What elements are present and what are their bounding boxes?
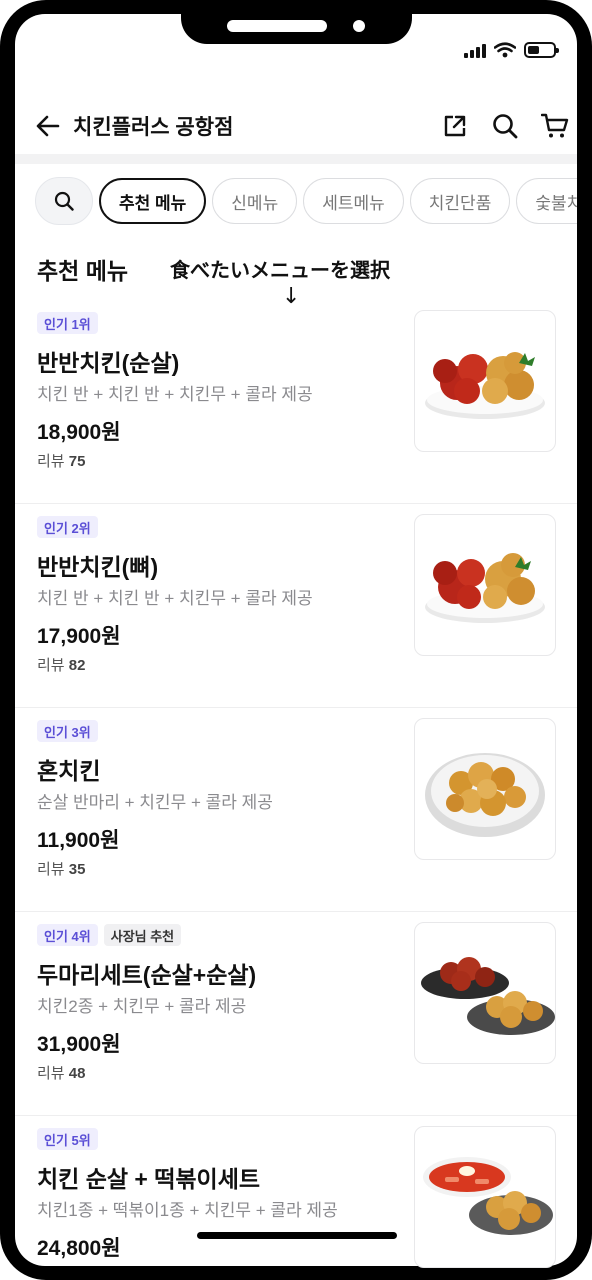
chip-set-menu[interactable]: 세트메뉴 (303, 178, 404, 224)
phone-frame: 치킨플러스 공항점 추천 메뉴 신메뉴 세트메뉴 치킨단품 숯불치 추천 메뉴 … (0, 0, 592, 1280)
menu-item[interactable]: 인기 4위 사장님 추천 두마리세트(순살+순살) 치킨2종 + 치킨무 + 콜… (15, 912, 577, 1116)
menu-item[interactable]: 인기 3위 혼치킨 순살 반마리 + 치킨무 + 콜라 제공 11,900원 리… (15, 708, 577, 912)
share-button[interactable] (437, 108, 473, 144)
menu-description: 치킨1종 + 떡볶이1종 + 치킨무 + 콜라 제공 (37, 1201, 338, 1220)
menu-name: 치킨 순살 + 떡볶이세트 (37, 1166, 261, 1192)
search-icon (54, 191, 74, 211)
home-indicator (197, 1232, 397, 1239)
menu-name: 반반치킨(뼈) (37, 554, 159, 580)
signal-icon (464, 42, 486, 58)
chicken-bowl-image (425, 753, 545, 837)
menu-name: 혼치킨 (37, 758, 101, 784)
chicken-plate-image (425, 352, 545, 419)
menu-list: 인기 1위 반반치킨(순살) 치킨 반 + 치킨 반 + 치킨무 + 콜라 제공… (15, 300, 577, 1280)
two-plates-image (421, 957, 555, 1035)
menu-item[interactable]: 인기 1위 반반치킨(순살) 치킨 반 + 치킨 반 + 치킨무 + 콜라 제공… (15, 300, 577, 504)
annotation-text: 食べたいメニューを選択 (170, 258, 390, 282)
review-label: 리뷰 (37, 453, 65, 470)
menu-name: 반반치킨(순살) (37, 350, 180, 376)
cart-icon (541, 113, 569, 138)
menu-price: 18,900원 (37, 421, 121, 444)
badge-group: 인기 4위 사장님 추천 (37, 924, 182, 946)
app-bar: 치킨플러스 공항점 (15, 96, 577, 156)
section-divider (15, 154, 577, 164)
menu-name: 두마리세트(순살+순살) (37, 962, 257, 988)
chip-recommended[interactable]: 추천 메뉴 (99, 178, 207, 224)
rank-badge: 인기 4위 (37, 924, 98, 946)
menu-description: 치킨 반 + 치킨 반 + 치킨무 + 콜라 제공 (37, 589, 313, 608)
badge-group: 인기 1위 (37, 312, 98, 334)
tteokbokki-chicken-image (423, 1157, 553, 1235)
menu-thumbnail[interactable] (414, 1126, 556, 1268)
notch (181, 0, 412, 44)
menu-price: 31,900원 (37, 1033, 121, 1056)
review-count: 리뷰 48 (37, 1062, 85, 1083)
chip-chicken-single[interactable]: 치킨단품 (409, 178, 511, 224)
menu-description: 치킨 반 + 치킨 반 + 치킨무 + 콜라 제공 (37, 385, 313, 404)
menu-description: 순살 반마리 + 치킨무 + 콜라 제공 (37, 793, 273, 812)
category-chips: 추천 메뉴 신메뉴 세트메뉴 치킨단품 숯불치킨 (15, 176, 577, 226)
status-bar (464, 42, 559, 58)
menu-price: 24,800원 (37, 1237, 121, 1260)
review-number: 48 (68, 1065, 86, 1082)
menu-thumbnail[interactable] (414, 514, 556, 656)
rank-badge: 인기 2위 (37, 516, 98, 538)
review-number: 82 (68, 657, 86, 674)
menu-thumbnail[interactable] (414, 922, 556, 1064)
search-icon (493, 114, 518, 139)
menu-price: 11,900원 (37, 829, 120, 852)
menu-item[interactable]: 인기 5위 치킨 순살 + 떡볶이세트 치킨1종 + 떡볶이1종 + 치킨무 +… (15, 1116, 577, 1280)
cart-button[interactable] (537, 108, 573, 144)
rank-badge: 인기 1위 (37, 312, 98, 334)
badge-group: 인기 3위 (37, 720, 98, 742)
share-icon (444, 115, 466, 137)
review-count: 리뷰 35 (37, 858, 85, 879)
rank-badge: 인기 3위 (37, 720, 98, 742)
back-arrow-icon (36, 115, 60, 137)
chip-charcoal-chicken[interactable]: 숯불치킨 (516, 178, 577, 224)
badge-group: 인기 5위 (37, 1128, 98, 1150)
chicken-plate-image (425, 553, 545, 623)
menu-description: 치킨2종 + 치킨무 + 콜라 제공 (37, 997, 247, 1016)
review-count: 리뷰 82 (37, 654, 85, 675)
battery-icon (524, 42, 559, 58)
chip-new-menu[interactable]: 신메뉴 (212, 178, 298, 224)
menu-thumbnail[interactable] (414, 310, 556, 452)
rank-badge: 인기 5위 (37, 1128, 98, 1150)
review-number: 75 (68, 453, 86, 470)
category-search-button[interactable] (35, 177, 93, 225)
owner-pick-badge: 사장님 추천 (103, 924, 182, 946)
menu-thumbnail[interactable] (414, 718, 556, 860)
review-label: 리뷰 (37, 861, 65, 878)
search-button[interactable] (487, 108, 523, 144)
menu-price: 17,900원 (37, 625, 121, 648)
menu-item[interactable]: 인기 2위 반반치킨(뼈) 치킨 반 + 치킨 반 + 치킨무 + 콜라 제공 … (15, 504, 577, 708)
back-button[interactable] (31, 109, 65, 143)
review-number: 35 (68, 861, 86, 878)
wifi-icon (494, 42, 516, 58)
store-title: 치킨플러스 공항점 (73, 116, 234, 139)
review-label: 리뷰 (37, 657, 65, 674)
review-count: 리뷰 75 (37, 450, 85, 471)
review-label: 리뷰 (37, 1065, 65, 1082)
badge-group: 인기 2위 (37, 516, 98, 538)
section-title: 추천 메뉴 (37, 258, 129, 284)
